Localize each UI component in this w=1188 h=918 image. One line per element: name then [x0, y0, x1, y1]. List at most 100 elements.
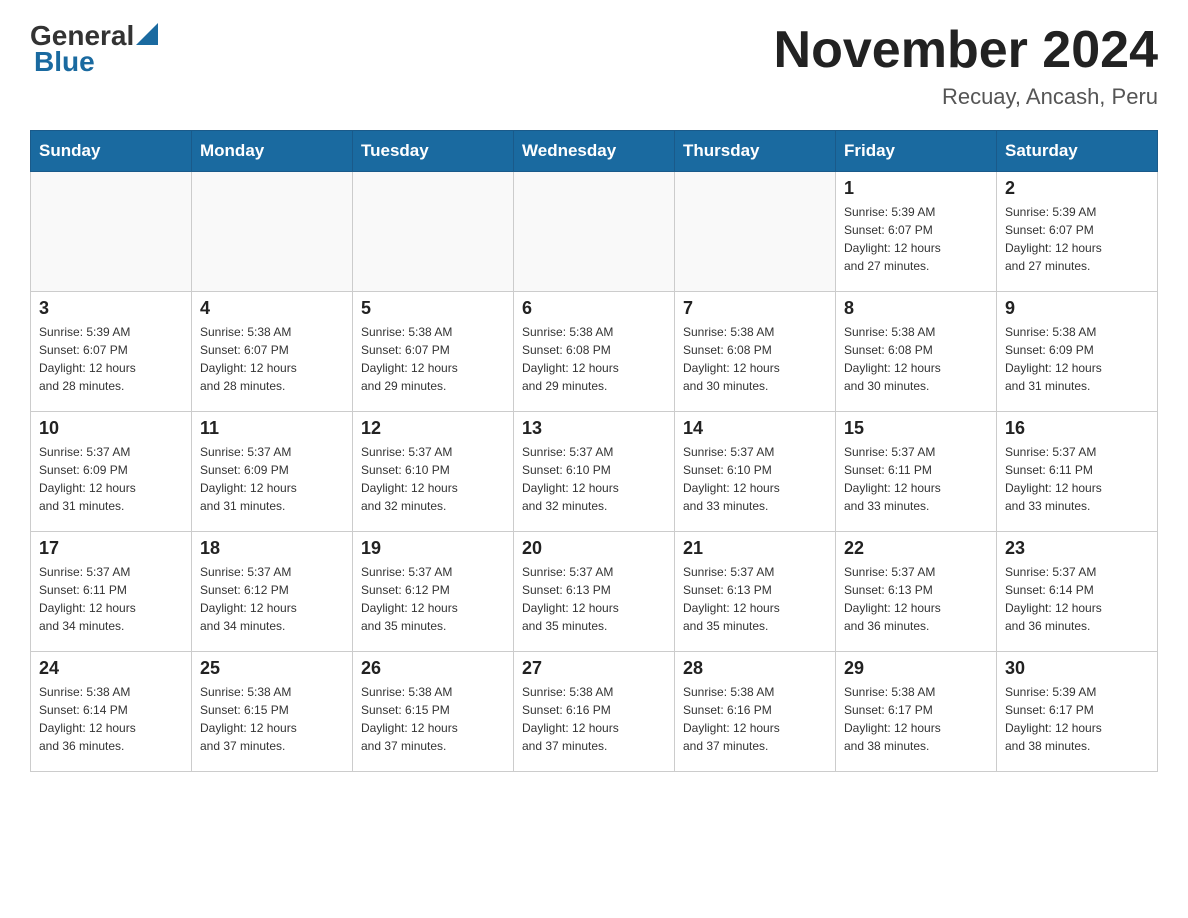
day-info: Sunrise: 5:38 AM Sunset: 6:08 PM Dayligh… — [844, 323, 988, 395]
day-number: 23 — [1005, 538, 1149, 559]
calendar-cell: 17 Sunrise: 5:37 AM Sunset: 6:11 PM Dayli… — [31, 532, 192, 652]
day-number: 13 — [522, 418, 666, 439]
day-of-week-header-saturday: Saturday — [997, 131, 1158, 172]
day-info: Sunrise: 5:37 AM Sunset: 6:13 PM Dayligh… — [683, 563, 827, 635]
day-info: Sunrise: 5:37 AM Sunset: 6:11 PM Dayligh… — [1005, 443, 1149, 515]
day-number: 11 — [200, 418, 344, 439]
calendar-table: SundayMondayTuesdayWednesdayThursdayFrid… — [30, 130, 1158, 772]
day-of-week-header-monday: Monday — [192, 131, 353, 172]
week-row-2: 3 Sunrise: 5:39 AM Sunset: 6:07 PM Daylig… — [31, 292, 1158, 412]
calendar-cell: 7 Sunrise: 5:38 AM Sunset: 6:08 PM Daylig… — [675, 292, 836, 412]
calendar-cell: 20 Sunrise: 5:37 AM Sunset: 6:13 PM Dayli… — [514, 532, 675, 652]
day-number: 3 — [39, 298, 183, 319]
calendar-cell: 23 Sunrise: 5:37 AM Sunset: 6:14 PM Dayli… — [997, 532, 1158, 652]
day-info: Sunrise: 5:37 AM Sunset: 6:10 PM Dayligh… — [522, 443, 666, 515]
day-info: Sunrise: 5:38 AM Sunset: 6:15 PM Dayligh… — [361, 683, 505, 755]
calendar-cell: 29 Sunrise: 5:38 AM Sunset: 6:17 PM Dayli… — [836, 652, 997, 772]
calendar-cell — [31, 172, 192, 292]
calendar-cell: 14 Sunrise: 5:37 AM Sunset: 6:10 PM Dayli… — [675, 412, 836, 532]
day-number: 10 — [39, 418, 183, 439]
calendar-cell: 9Sunrise: 5:38 AM Sunset: 6:09 PM Daylig… — [997, 292, 1158, 412]
day-number: 1 — [844, 178, 988, 199]
day-info: Sunrise: 5:38 AM Sunset: 6:16 PM Dayligh… — [683, 683, 827, 755]
day-info: Sunrise: 5:38 AM Sunset: 6:08 PM Dayligh… — [522, 323, 666, 395]
day-number: 22 — [844, 538, 988, 559]
day-number: 30 — [1005, 658, 1149, 679]
calendar-cell: 26 Sunrise: 5:38 AM Sunset: 6:15 PM Dayli… — [353, 652, 514, 772]
day-number: 17 — [39, 538, 183, 559]
calendar-cell: 6 Sunrise: 5:38 AM Sunset: 6:08 PM Daylig… — [514, 292, 675, 412]
calendar-cell: 28 Sunrise: 5:38 AM Sunset: 6:16 PM Dayli… — [675, 652, 836, 772]
calendar-title: November 2024 — [774, 20, 1158, 80]
calendar-cell: 5Sunrise: 5:38 AM Sunset: 6:07 PM Daylig… — [353, 292, 514, 412]
day-info: Sunrise: 5:39 AM Sunset: 6:17 PM Dayligh… — [1005, 683, 1149, 755]
calendar-cell: 19Sunrise: 5:37 AM Sunset: 6:12 PM Dayli… — [353, 532, 514, 652]
day-info: Sunrise: 5:38 AM Sunset: 6:07 PM Dayligh… — [200, 323, 344, 395]
day-info: Sunrise: 5:37 AM Sunset: 6:11 PM Dayligh… — [844, 443, 988, 515]
calendar-cell: 10 Sunrise: 5:37 AM Sunset: 6:09 PM Dayli… — [31, 412, 192, 532]
day-info: Sunrise: 5:37 AM Sunset: 6:10 PM Dayligh… — [361, 443, 505, 515]
calendar-cell: 16 Sunrise: 5:37 AM Sunset: 6:11 PM Dayli… — [997, 412, 1158, 532]
week-row-5: 24 Sunrise: 5:38 AM Sunset: 6:14 PM Dayli… — [31, 652, 1158, 772]
calendar-cell: 4 Sunrise: 5:38 AM Sunset: 6:07 PM Daylig… — [192, 292, 353, 412]
day-number: 28 — [683, 658, 827, 679]
logo: General Blue — [30, 20, 158, 78]
day-number: 16 — [1005, 418, 1149, 439]
day-info: Sunrise: 5:37 AM Sunset: 6:09 PM Dayligh… — [39, 443, 183, 515]
day-of-week-header-wednesday: Wednesday — [514, 131, 675, 172]
day-info: Sunrise: 5:39 AM Sunset: 6:07 PM Dayligh… — [39, 323, 183, 395]
day-info: Sunrise: 5:38 AM Sunset: 6:14 PM Dayligh… — [39, 683, 183, 755]
calendar-title-area: November 2024 Recuay, Ancash, Peru — [774, 20, 1158, 110]
logo-triangle-icon — [136, 23, 158, 45]
day-number: 19 — [361, 538, 505, 559]
day-number: 12 — [361, 418, 505, 439]
day-info: Sunrise: 5:37 AM Sunset: 6:14 PM Dayligh… — [1005, 563, 1149, 635]
day-number: 8 — [844, 298, 988, 319]
logo-blue-text: Blue — [34, 46, 95, 78]
calendar-cell — [514, 172, 675, 292]
calendar-cell: 21Sunrise: 5:37 AM Sunset: 6:13 PM Dayli… — [675, 532, 836, 652]
day-number: 27 — [522, 658, 666, 679]
day-number: 2 — [1005, 178, 1149, 199]
calendar-cell: 30 Sunrise: 5:39 AM Sunset: 6:17 PM Dayli… — [997, 652, 1158, 772]
day-number: 7 — [683, 298, 827, 319]
day-number: 15 — [844, 418, 988, 439]
week-row-3: 10 Sunrise: 5:37 AM Sunset: 6:09 PM Dayli… — [31, 412, 1158, 532]
day-number: 29 — [844, 658, 988, 679]
day-number: 5 — [361, 298, 505, 319]
day-info: Sunrise: 5:39 AM Sunset: 6:07 PM Dayligh… — [844, 203, 988, 275]
calendar-cell: 22Sunrise: 5:37 AM Sunset: 6:13 PM Dayli… — [836, 532, 997, 652]
day-info: Sunrise: 5:37 AM Sunset: 6:10 PM Dayligh… — [683, 443, 827, 515]
day-info: Sunrise: 5:37 AM Sunset: 6:13 PM Dayligh… — [522, 563, 666, 635]
day-of-week-header-sunday: Sunday — [31, 131, 192, 172]
day-number: 4 — [200, 298, 344, 319]
calendar-cell: 13 Sunrise: 5:37 AM Sunset: 6:10 PM Dayli… — [514, 412, 675, 532]
day-number: 14 — [683, 418, 827, 439]
day-info: Sunrise: 5:37 AM Sunset: 6:12 PM Dayligh… — [200, 563, 344, 635]
calendar-cell — [192, 172, 353, 292]
week-row-1: 1 Sunrise: 5:39 AM Sunset: 6:07 PM Daylig… — [31, 172, 1158, 292]
day-number: 6 — [522, 298, 666, 319]
day-info: Sunrise: 5:37 AM Sunset: 6:09 PM Dayligh… — [200, 443, 344, 515]
day-of-week-header-thursday: Thursday — [675, 131, 836, 172]
day-number: 24 — [39, 658, 183, 679]
calendar-cell: 27Sunrise: 5:38 AM Sunset: 6:16 PM Dayli… — [514, 652, 675, 772]
day-info: Sunrise: 5:38 AM Sunset: 6:17 PM Dayligh… — [844, 683, 988, 755]
calendar-cell — [675, 172, 836, 292]
calendar-cell: 15 Sunrise: 5:37 AM Sunset: 6:11 PM Dayli… — [836, 412, 997, 532]
day-number: 26 — [361, 658, 505, 679]
day-number: 20 — [522, 538, 666, 559]
calendar-subtitle: Recuay, Ancash, Peru — [774, 84, 1158, 110]
day-info: Sunrise: 5:38 AM Sunset: 6:15 PM Dayligh… — [200, 683, 344, 755]
day-info: Sunrise: 5:39 AM Sunset: 6:07 PM Dayligh… — [1005, 203, 1149, 275]
day-info: Sunrise: 5:38 AM Sunset: 6:08 PM Dayligh… — [683, 323, 827, 395]
calendar-cell — [353, 172, 514, 292]
page-header: General Blue November 2024 Recuay, Ancas… — [30, 20, 1158, 110]
day-info: Sunrise: 5:37 AM Sunset: 6:11 PM Dayligh… — [39, 563, 183, 635]
day-number: 9 — [1005, 298, 1149, 319]
calendar-cell: 3 Sunrise: 5:39 AM Sunset: 6:07 PM Daylig… — [31, 292, 192, 412]
calendar-cell: 2 Sunrise: 5:39 AM Sunset: 6:07 PM Daylig… — [997, 172, 1158, 292]
day-number: 25 — [200, 658, 344, 679]
calendar-cell: 12 Sunrise: 5:37 AM Sunset: 6:10 PM Dayli… — [353, 412, 514, 532]
day-of-week-header-friday: Friday — [836, 131, 997, 172]
